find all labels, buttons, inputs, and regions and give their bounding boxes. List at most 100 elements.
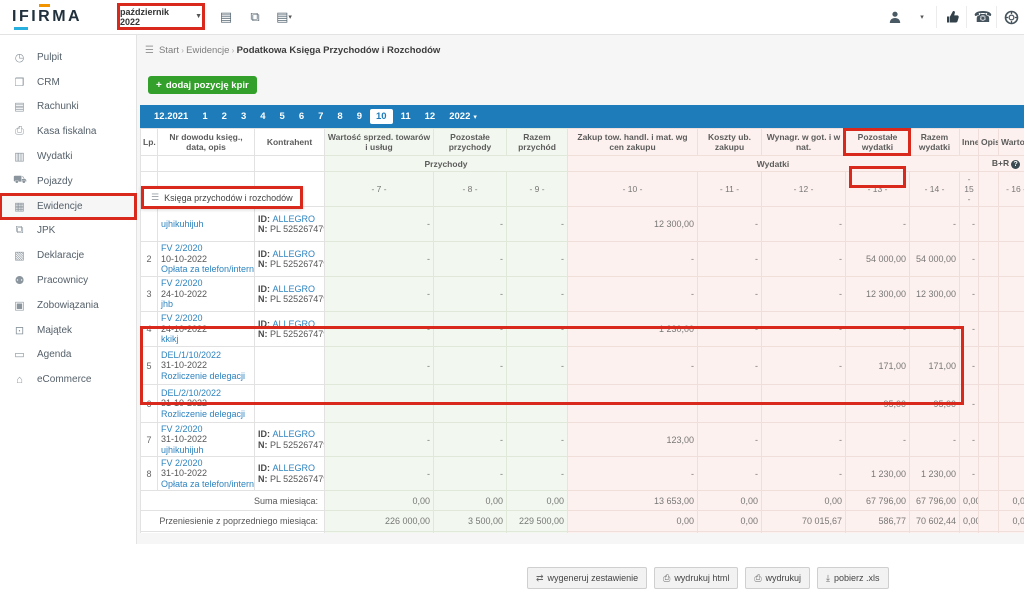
year-dropdown[interactable]: 2022▾ — [443, 109, 483, 124]
kontrahent-name-link[interactable]: ALLEGRO — [273, 463, 316, 473]
breadcrumb-link[interactable]: Ewidencje — [186, 45, 229, 56]
document-number-link[interactable]: FV 2/2020 — [161, 458, 251, 469]
month-tab-11[interactable]: 11 — [395, 109, 417, 124]
month-tab-prev-year[interactable]: 12.2021 — [148, 109, 194, 124]
sidebar-item-pojazdy[interactable]: ⛟Pojazdy — [0, 169, 136, 194]
value-cell: - — [507, 385, 568, 423]
invoice-shortcut-icon: ▤ — [220, 9, 232, 25]
summary-value-cell: 0,00 — [698, 511, 762, 532]
add-kpir-entry-button[interactable]: + dodaj pozycję kpir — [148, 76, 257, 94]
sidebar-item-rachunki[interactable]: ▤Rachunki — [0, 95, 136, 120]
row-number — [141, 207, 158, 242]
breadcrumb-link[interactable]: Start — [159, 45, 179, 56]
footer-button-label: wydrukuj html — [674, 573, 729, 583]
kontrahent-name-link[interactable]: ALLEGRO — [273, 429, 316, 439]
value-cell: 12 300,00 — [568, 207, 698, 242]
month-tab-4[interactable]: 4 — [254, 109, 271, 124]
sidebar-item-agenda[interactable]: ▭Agenda — [0, 343, 136, 368]
value-cell: - — [568, 242, 698, 277]
value-cell: - — [568, 457, 698, 491]
invoices-icon: ▤ — [13, 100, 26, 113]
sidebar-item-ecommerce[interactable]: ⌂eCommerce — [0, 367, 136, 392]
kontrahent-name-link[interactable]: ALLEGRO — [273, 319, 316, 329]
sidebar-item-pracownicy[interactable]: ⚉Pracownicy — [0, 268, 136, 293]
document-number-link[interactable]: FV 2/2020 — [161, 243, 251, 254]
copy-add-icon: ⧉ — [250, 9, 259, 25]
br-opis-cell — [979, 207, 999, 242]
value-cell: - — [507, 242, 568, 277]
document-number-link[interactable]: DEL/1/10/2022 — [161, 350, 251, 361]
document-description-link[interactable]: Opłata za telefon/internet — [161, 479, 251, 490]
wygeneruj-zestawienie-button[interactable]: ⇄wygeneruj zestawienie — [527, 567, 647, 589]
ledger-context-menu-item[interactable]: ☰ Księga przychodów i rozchodów — [141, 186, 303, 209]
contact-button[interactable]: ☎ — [972, 7, 994, 27]
month-selector[interactable]: październik 2022 ▼ — [117, 3, 205, 30]
value-cell: - — [325, 277, 434, 312]
kontrahent-id-label: ID: — [258, 249, 273, 259]
user-menu-button[interactable] — [884, 7, 906, 27]
br-value-cell: 0,00 — [999, 532, 1024, 534]
sidebar-item-wydatki[interactable]: ▥Wydatki — [0, 144, 136, 169]
kontrahent-name-link[interactable]: ALLEGRO — [273, 284, 316, 294]
document-date: 24-10-2022 — [161, 289, 251, 300]
month-tab-12[interactable]: 12 — [419, 109, 442, 124]
sidebar-item-ewidencje[interactable]: ▦Ewidencje — [0, 194, 136, 219]
value-cell: - — [507, 207, 568, 242]
document-description-link[interactable]: ujhikuhijuh — [161, 219, 251, 230]
document-cell: ujhikuhijuh — [158, 207, 255, 242]
month-tab-3[interactable]: 3 — [235, 109, 252, 124]
document-description-link[interactable]: Rozliczenie delegacji — [161, 371, 251, 382]
document-description-link[interactable]: Rozliczenie delegacji — [161, 409, 251, 420]
documents-menu-icon-button[interactable]: ▤▾ — [273, 7, 295, 27]
value-cell: - — [846, 207, 910, 242]
user-menu-caret[interactable]: ▾ — [916, 7, 928, 27]
month-tab-10[interactable]: 10 — [370, 109, 393, 124]
wydrukuj-html-button[interactable]: ⎙wydrukuj html — [654, 567, 738, 589]
document-description-link[interactable]: Opłata za telefon/internet — [161, 264, 251, 275]
summary-value-cell: 0,00 — [960, 491, 979, 511]
document-description-link[interactable]: jhb — [161, 299, 251, 310]
document-date: 31-10-2022 — [161, 360, 251, 371]
print-icon: ⎙ — [754, 573, 761, 584]
month-tab-2[interactable]: 2 — [216, 109, 233, 124]
document-description-link[interactable]: kkikj — [161, 334, 251, 345]
month-tab-6[interactable]: 6 — [293, 109, 310, 124]
liabilities-icon: ▣ — [13, 299, 26, 312]
pobierz-xls-button[interactable]: ⤓pobierz .xls — [817, 567, 889, 589]
kontrahent-id-line: ID: ALLEGRO — [258, 284, 321, 295]
kontrahent-name-link[interactable]: ALLEGRO — [273, 249, 316, 259]
month-tab-8[interactable]: 8 — [331, 109, 348, 124]
sidebar-item-kasa-fiskalna[interactable]: ⎙Kasa fiskalna — [0, 119, 136, 144]
col-number: - 9 - — [507, 172, 568, 207]
sidebar-item-crm[interactable]: ❐CRM — [0, 70, 136, 95]
invoice-shortcut-icon-button[interactable]: ▤ — [215, 7, 237, 27]
br-opis-cell — [979, 491, 999, 511]
kontrahent-name-link[interactable]: ALLEGRO — [273, 214, 316, 224]
document-number-link[interactable]: FV 2/2020 — [161, 278, 251, 289]
document-number-link[interactable]: FV 2/2020 — [161, 313, 251, 324]
month-tab-9[interactable]: 9 — [351, 109, 368, 124]
copy-add-icon-button[interactable]: ⧉ — [244, 7, 266, 27]
help-icon[interactable]: ? — [1011, 160, 1020, 169]
sidebar-item-maj-tek[interactable]: ⊡Majątek — [0, 318, 136, 343]
download-icon: ⤓ — [826, 573, 830, 584]
document-description-link[interactable]: ujhikuhijuh — [161, 445, 251, 456]
month-tab-7[interactable]: 7 — [312, 109, 329, 124]
help-button[interactable] — [1000, 7, 1022, 27]
sidebar-item-pulpit[interactable]: ◷Pulpit — [0, 45, 136, 70]
sidebar-item-zobowi-zania[interactable]: ▣Zobowiązania — [0, 293, 136, 318]
value-cell: - — [960, 242, 979, 277]
sidebar-item-deklaracje[interactable]: ▧Deklaracje — [0, 243, 136, 268]
value-cell: - — [698, 423, 762, 457]
month-tab-5[interactable]: 5 — [274, 109, 291, 124]
month-tab-1[interactable]: 1 — [196, 109, 213, 124]
document-date: 31-10-2022 — [161, 398, 251, 409]
br-value-cell — [999, 207, 1024, 242]
col-number: - 15 - — [960, 172, 979, 207]
document-number-link[interactable]: DEL/2/10/2022 — [161, 388, 251, 399]
breadcrumb-menu-icon[interactable]: ☰ — [145, 45, 154, 56]
feedback-button[interactable] — [942, 7, 964, 27]
sidebar-item-jpk[interactable]: ⧉JPK — [0, 219, 136, 244]
document-number-link[interactable]: FV 2/2020 — [161, 424, 251, 435]
wydrukuj-button[interactable]: ⎙wydrukuj — [745, 567, 810, 589]
